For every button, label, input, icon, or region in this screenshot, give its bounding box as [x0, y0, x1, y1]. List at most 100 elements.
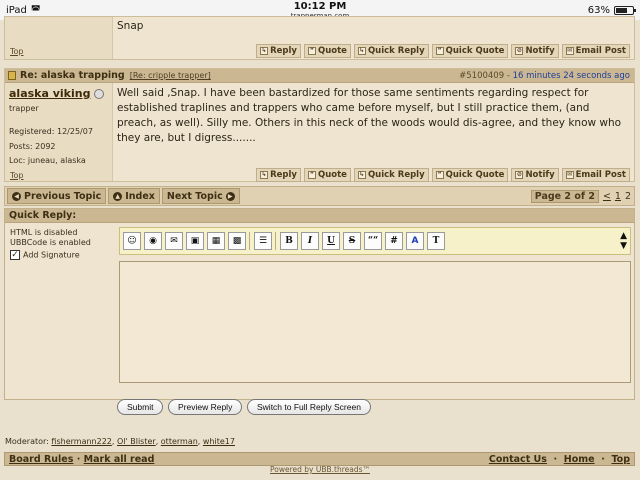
notify-button[interactable]: ⊘ Notify: [511, 44, 559, 58]
quick-quote-button[interactable]: “Quick Quote: [431, 168, 509, 182]
quick-reply-panel: Quick Reply: HTML is disabled UBBCode is…: [4, 208, 635, 400]
top-link[interactable]: Top: [10, 47, 24, 56]
mark-all-read-link[interactable]: Mark all read: [84, 454, 155, 465]
post-number[interactable]: #5100409: [459, 71, 504, 81]
top-link[interactable]: Top: [10, 171, 24, 180]
previous-page-link[interactable]: <: [603, 191, 611, 202]
email-insert-icon[interactable]: ✉: [165, 232, 183, 250]
text-color-button[interactable]: A: [406, 232, 424, 250]
notify-icon: ⊘: [515, 171, 524, 179]
posting-options: HTML is disabled UBBCode is enabled ✓ Add…: [10, 228, 91, 261]
quick-reply-button[interactable]: ↳ Quick Reply: [353, 168, 429, 182]
full-reply-screen-button[interactable]: Switch to Full Reply Screen: [247, 399, 371, 415]
toolbar-scroll-arrows[interactable]: ▲ ▼: [620, 231, 627, 251]
quick-quote-icon: “: [435, 47, 444, 55]
globe-link-icon[interactable]: ◉: [144, 232, 162, 250]
add-signature-option[interactable]: ✓ Add Signature: [10, 250, 91, 261]
quick-quote-button[interactable]: “Quick Quote: [431, 44, 509, 58]
bold-button[interactable]: B: [280, 232, 298, 250]
toolbar-separator: [275, 232, 277, 250]
previous-post-body: Snap: [117, 20, 144, 32]
index-button[interactable]: ▲ Index: [108, 188, 160, 204]
reply-to-link[interactable]: [Re: cripple trapper]: [130, 71, 211, 80]
quick-reply-icon: ↳: [357, 171, 366, 179]
up-arrow-icon: ▲: [113, 191, 123, 201]
offline-status-icon: [94, 89, 105, 99]
ubbcode-status: UBBCode is enabled: [10, 238, 91, 247]
moderator-link[interactable]: Ol' Blister: [117, 437, 156, 446]
preview-reply-button[interactable]: Preview Reply: [168, 399, 243, 415]
email-icon: ✉: [565, 171, 574, 179]
quote-icon: “: [307, 47, 316, 55]
submit-button[interactable]: Submit: [117, 399, 164, 415]
underline-button[interactable]: U: [322, 232, 340, 250]
top-link[interactable]: Top: [611, 454, 630, 465]
email-post-button[interactable]: ✉ Email Post: [561, 168, 630, 182]
home-link[interactable]: Home: [564, 454, 595, 465]
quick-reply-icon: ↳: [357, 47, 366, 55]
image-icon[interactable]: ▣: [186, 232, 204, 250]
reply-icon: ↳: [260, 171, 269, 179]
author-username[interactable]: alaska viking: [9, 87, 105, 100]
list-icon[interactable]: ☰: [254, 232, 272, 250]
email-icon: ✉: [565, 47, 574, 55]
board-rules-link[interactable]: Board Rules: [9, 454, 73, 465]
footer-separator: ·: [597, 453, 609, 465]
html-status: HTML is disabled: [10, 228, 78, 237]
moderator-link[interactable]: fishermann222: [51, 437, 111, 446]
previous-post-actions: ↳ Reply “Quote ↳ Quick Reply “Quick Quote …: [256, 44, 630, 58]
quote-insert-button[interactable]: ““: [364, 232, 382, 250]
quick-reply-title: Quick Reply:: [5, 209, 634, 223]
email-post-button[interactable]: ✉ Email Post: [561, 44, 630, 58]
page-indicator: Page 2 of 2: [530, 189, 599, 203]
smiley-icon[interactable]: ☺: [123, 232, 141, 250]
author-rank: trapper: [9, 104, 39, 113]
moderators: Moderator: fishermann222, Ol' Blister, o…: [5, 437, 235, 446]
reply-textarea[interactable]: [119, 261, 631, 383]
moderator-link[interactable]: white17: [203, 437, 235, 446]
status-right: 63%: [588, 5, 636, 16]
reply-button[interactable]: ↳ Reply: [256, 168, 301, 182]
moderator-label: Moderator:: [5, 437, 49, 446]
post-header: Re: alaska trapping [Re: cripple trapper…: [5, 69, 634, 83]
strikethrough-button[interactable]: S: [343, 232, 361, 250]
pagination: Page 2 of 2 < 1 2: [530, 189, 631, 203]
reply-button[interactable]: ↳ Reply: [256, 44, 301, 58]
clock: 10:12 PM: [293, 1, 347, 12]
footer-separator: ·: [550, 453, 561, 465]
battery-icon: [614, 5, 636, 15]
quick-reply-button[interactable]: ↳ Quick Reply: [353, 44, 429, 58]
next-topic-button[interactable]: Next Topic ▶: [161, 188, 240, 204]
video-icon[interactable]: ▩: [228, 232, 246, 250]
add-signature-label: Add Signature: [23, 250, 80, 260]
add-signature-checkbox[interactable]: ✓: [10, 250, 20, 260]
powered-by-link[interactable]: Powered by UBB.threads™: [0, 465, 640, 474]
notify-icon: ⊘: [515, 47, 524, 55]
quote-icon: “: [307, 171, 316, 179]
code-button[interactable]: #: [385, 232, 403, 250]
italic-button[interactable]: I: [301, 232, 319, 250]
author-posts: Posts: 2092: [9, 142, 56, 151]
left-arrow-icon: ◀: [12, 191, 21, 201]
post-time: 16 minutes 24 seconds ago: [512, 70, 630, 81]
quote-button[interactable]: “Quote: [303, 168, 351, 182]
previous-topic-button[interactable]: ◀ Previous Topic: [7, 188, 107, 204]
toolbar-separator: [249, 232, 251, 250]
page-1-link[interactable]: 1: [615, 191, 621, 202]
moderator-link[interactable]: otterman: [161, 437, 198, 446]
contact-us-link[interactable]: Contact Us: [489, 454, 547, 465]
notify-button[interactable]: ⊘ Notify: [511, 168, 559, 182]
author-registered: Registered: 12/25/07: [9, 127, 93, 136]
forum-post: Re: alaska trapping [Re: cripple trapper…: [4, 68, 635, 182]
post-title[interactable]: Re: alaska trapping: [20, 70, 125, 81]
right-arrow-icon: ▶: [225, 191, 235, 201]
author-location: Loc: juneau, alaska: [9, 156, 86, 165]
font-button[interactable]: T: [427, 232, 445, 250]
quick-quote-icon: “: [435, 171, 444, 179]
topic-navigation: ◀ Previous Topic ▲ Index Next Topic ▶ Page …: [4, 186, 635, 206]
quote-button[interactable]: “Quote: [303, 44, 351, 58]
upload-image-icon[interactable]: ▦: [207, 232, 225, 250]
footer-bar: Board Rules · Mark all read Contact Us ·…: [4, 452, 635, 466]
carrier-label: iPad: [6, 4, 27, 16]
post-meta: #5100409 - 16 minutes 24 seconds ago: [459, 71, 630, 81]
